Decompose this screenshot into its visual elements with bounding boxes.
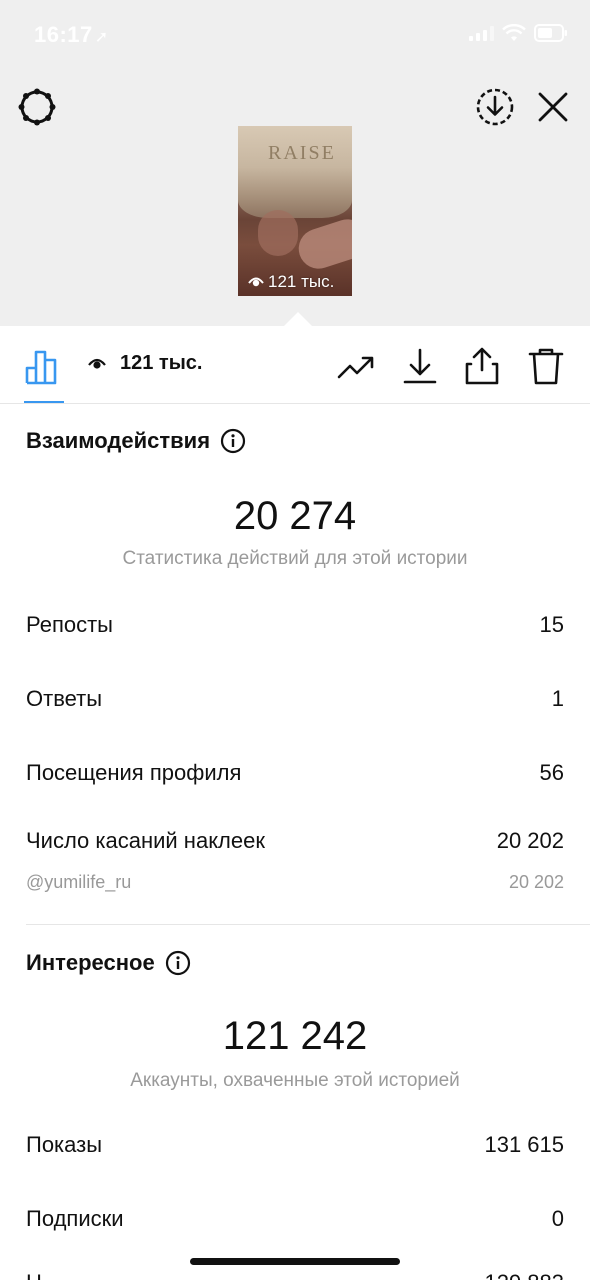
stat-value: 56 [539, 760, 564, 785]
stat-value: 1 [551, 686, 564, 711]
stat-label: Подписки [26, 1206, 124, 1231]
status-time: 16:17 ➚ [34, 22, 109, 48]
thumbnail-hand [258, 210, 298, 256]
settings-gear-icon[interactable] [16, 86, 58, 128]
thumbnail-views-text: 121 тыс. [268, 272, 335, 291]
stat-row-sticker-mention: @yumilife_ru 20 202 [26, 872, 564, 893]
battery-icon [534, 24, 568, 42]
thumbnail-jar [238, 126, 352, 218]
status-icons [469, 24, 568, 42]
thumbnail-views: 121 тыс. [248, 272, 334, 292]
stat-row-partial: Н 129 883 [26, 1266, 564, 1280]
cellular-signal-icon [469, 25, 494, 41]
interactions-total: 20 274 [233, 494, 357, 538]
bar-chart-icon [25, 350, 57, 385]
stat-label: Число касаний наклеек [26, 828, 265, 853]
share-icon [465, 347, 499, 385]
thumbnail-finger [293, 214, 352, 274]
wifi-icon [502, 24, 526, 42]
promote-trending-button[interactable] [336, 346, 376, 386]
stat-label: Н [26, 1270, 42, 1280]
discovery-total: 121 242 [222, 1014, 368, 1058]
stat-row-impressions: Показы 131 615 [26, 1132, 564, 1158]
insights-tab-underline [24, 401, 64, 403]
eye-icon [248, 277, 264, 287]
stat-label: Показы [26, 1132, 103, 1157]
discovery-title: Интересное [26, 950, 191, 976]
info-icon[interactable] [220, 428, 246, 454]
home-indicator[interactable] [190, 1258, 400, 1265]
status-time-text: 16:17 [34, 22, 93, 47]
interactions-title: Взаимодействия [26, 428, 246, 454]
trending-up-icon [337, 356, 374, 379]
story-toolbar: 121 тыс. [0, 326, 590, 404]
toolbar-views-count: 121 тыс. [120, 352, 203, 374]
stat-value: 129 883 [484, 1270, 564, 1280]
stat-row-profile-visits: Посещения профиля 56 [26, 760, 564, 786]
stat-value: 131 615 [484, 1132, 564, 1157]
thumbnail-brand-text: RAISE [268, 142, 336, 164]
stat-value: 15 [539, 612, 564, 637]
discovery-title-text: Интересное [26, 950, 155, 975]
stat-label: Репосты [26, 612, 113, 637]
download-circle-icon[interactable] [474, 86, 516, 128]
eye-icon [88, 358, 106, 369]
stat-row-replies: Ответы 1 [26, 686, 564, 712]
stat-sub-value: 20 202 [508, 872, 564, 892]
stat-value: 20 202 [496, 828, 564, 853]
trash-icon [528, 348, 564, 385]
share-button[interactable] [462, 346, 502, 386]
save-download-button[interactable] [400, 346, 440, 386]
insights-tab[interactable] [24, 346, 64, 386]
stat-value: 0 [551, 1206, 564, 1231]
thumbnail-pointer [284, 312, 312, 326]
section-divider [26, 924, 590, 925]
delete-button[interactable] [526, 346, 566, 386]
info-icon[interactable] [165, 950, 191, 976]
location-arrow-icon: ➚ [94, 29, 109, 46]
stat-label: Ответы [26, 686, 103, 711]
stat-sub-label: @yumilife_ru [26, 872, 132, 892]
toolbar-views: 121 тыс. [88, 352, 202, 375]
story-preview-area: 16:17 ➚ RAISE 121 тыс. [0, 0, 590, 326]
story-thumbnail[interactable]: RAISE 121 тыс. [238, 126, 352, 296]
stat-row-reposts: Репосты 15 [26, 612, 564, 638]
close-icon[interactable] [534, 88, 572, 126]
status-bar: 16:17 ➚ [0, 0, 590, 72]
interactions-title-text: Взаимодействия [26, 428, 211, 453]
discovery-caption: Аккаунты, охваченные этой историей [130, 1070, 460, 1091]
stat-label: Посещения профиля [26, 760, 242, 785]
interactions-caption: Статистика действий для этой истории [122, 548, 468, 569]
stat-row-follows: Подписки 0 [26, 1206, 564, 1232]
stat-row-sticker-taps: Число касаний наклеек 20 202 [26, 828, 564, 854]
download-icon [403, 348, 437, 384]
